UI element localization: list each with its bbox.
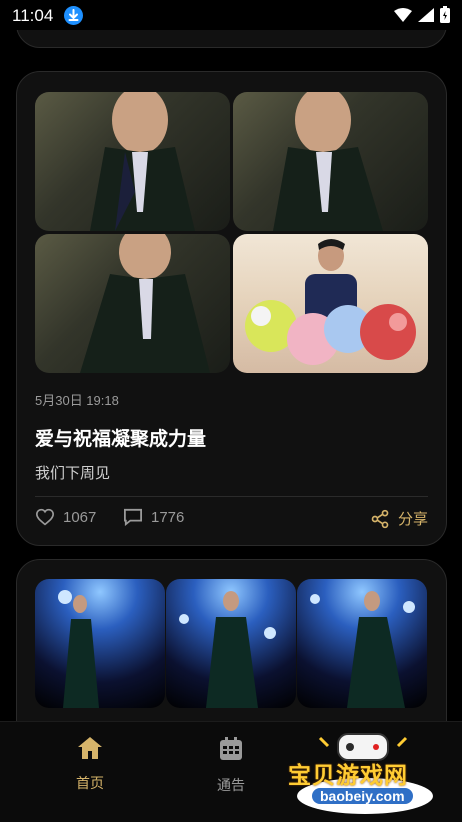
like-count: 1067 — [63, 508, 97, 526]
photo-1[interactable] — [35, 92, 230, 231]
status-bar: 11:04 — [0, 0, 462, 30]
signal-icon — [418, 7, 434, 27]
post-card[interactable]: 5月30日 19:18 爱与祝福凝聚成力量 我们下周见 1067 1776 分享 — [16, 71, 447, 546]
stage-photo-2[interactable] — [166, 579, 296, 708]
post-date: 5月30日 19:18 — [35, 393, 119, 408]
watermark-text: 宝贝游戏网 — [288, 762, 408, 788]
stage-photo-row — [35, 579, 427, 708]
share-button[interactable]: 分享 — [370, 508, 428, 529]
photo-2[interactable] — [233, 92, 428, 231]
comment-count: 1776 — [151, 508, 185, 526]
stage-photo-1[interactable] — [35, 579, 165, 708]
tab-notice-label: 通告 — [217, 777, 245, 793]
comment-icon — [124, 508, 142, 526]
battery-icon — [440, 6, 450, 28]
calendar-icon — [220, 737, 242, 760]
photo-3[interactable] — [35, 234, 230, 373]
tab-home-label: 首页 — [76, 775, 104, 791]
post-actions: 1067 1776 分享 — [35, 508, 428, 536]
wifi-icon — [394, 7, 412, 27]
home-icon — [78, 737, 102, 759]
tab-notice[interactable]: 通告 — [186, 736, 276, 795]
photo-grid — [35, 92, 428, 373]
post-subtitle: 我们下周见 — [35, 465, 111, 482]
tab-home[interactable]: 首页 — [45, 736, 135, 793]
heart-icon — [35, 508, 55, 526]
divider — [35, 496, 428, 497]
download-icon — [64, 6, 83, 25]
stage-photo-3[interactable] — [297, 579, 427, 708]
status-time: 11:04 — [12, 6, 54, 25]
post-title: 爱与祝福凝聚成力量 — [35, 429, 207, 450]
watermark-url: baobeiy.com — [312, 788, 413, 804]
share-label: 分享 — [397, 511, 428, 528]
watermark-logo: 宝贝游戏网 baobeiy.com — [280, 730, 450, 816]
photo-4[interactable] — [233, 234, 428, 373]
share-icon — [371, 509, 389, 528]
comment-button[interactable]: 1776 — [123, 508, 184, 526]
like-button[interactable]: 1067 — [35, 508, 96, 526]
